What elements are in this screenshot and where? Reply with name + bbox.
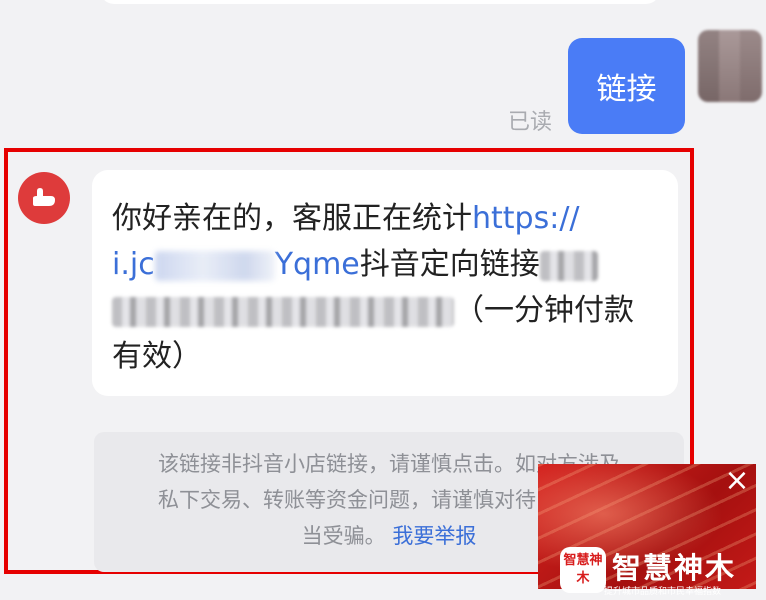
report-link[interactable]: 我要举报 [392, 524, 476, 548]
shop-bag-icon [33, 188, 55, 206]
shop-avatar[interactable] [18, 172, 70, 224]
warning-line-3-text: 当受骗。 [301, 524, 386, 548]
watermark-logo: 智慧神木 [560, 547, 606, 593]
previous-message-bubble [100, 0, 660, 4]
message-link-start[interactable]: https:// [472, 201, 580, 236]
message-link-mid[interactable]: i.jc [112, 247, 155, 282]
message-link-description: 抖音定向链接 [359, 247, 540, 282]
received-message-text: 你好亲在的，客服正在统计https:// i.jc Yqme抖音定向链接 （一分钟… [112, 196, 660, 380]
close-icon[interactable]: × [724, 466, 750, 496]
redacted-text-block [112, 296, 454, 327]
redacted-link-segment [154, 250, 275, 281]
sent-message-bubble[interactable]: 链接 [568, 38, 685, 134]
message-payment-note: （一分钟付款 [454, 293, 634, 328]
read-status: 已读 [508, 110, 553, 135]
message-payment-note-end: 有效） [112, 339, 202, 374]
watermark-title: 智慧神木 [612, 551, 737, 585]
user-avatar[interactable] [698, 30, 762, 102]
redacted-text-inline [539, 250, 598, 281]
sent-message-text: 链接 [596, 72, 657, 107]
watermark-subtitle: 提升城市品质和市民幸福指数 [604, 587, 722, 597]
message-link-end[interactable]: Yqme [275, 247, 360, 282]
message-greeting: 你好亲在的，客服正在统计 [112, 201, 472, 236]
